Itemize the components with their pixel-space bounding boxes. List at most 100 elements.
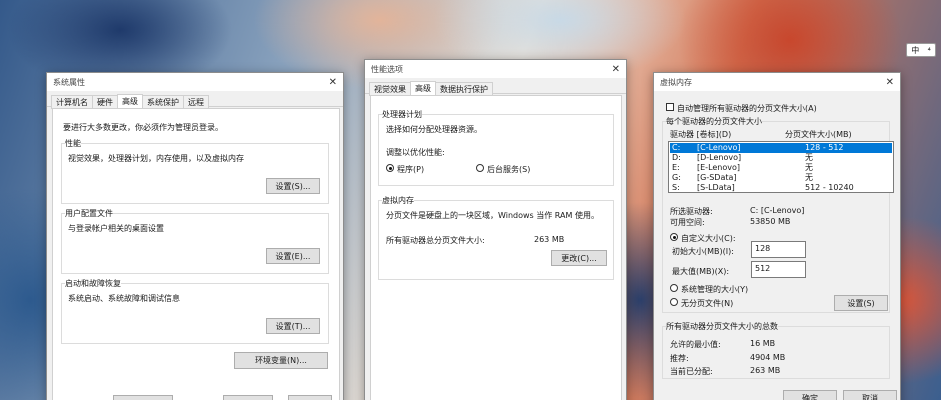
user-profiles-desc: 与登录帐户相关的桌面设置 xyxy=(68,224,164,233)
user-profiles-group-label: 用户配置文件 xyxy=(65,208,113,219)
drive-row[interactable]: C: [C-Lenovo] 128 - 512 xyxy=(670,143,892,153)
selected-drive-label: 所选驱动器: xyxy=(670,207,713,216)
background-services-radio[interactable] xyxy=(476,164,484,172)
tab-computer-name[interactable]: 计算机名 xyxy=(51,95,93,109)
drive-size: 无 xyxy=(805,173,813,182)
programs-radio-label: 程序(P) xyxy=(397,165,425,174)
system-managed-label: 系统管理的大小(Y) xyxy=(681,285,749,294)
virtual-memory-desc: 分页文件是硬盘上的一块区域，Windows 当作 RAM 使用。 xyxy=(386,211,599,220)
free-space-label: 可用空间: xyxy=(670,218,705,227)
close-icon[interactable]: ✕ xyxy=(886,77,894,88)
allocated-value: 263 MB xyxy=(750,366,781,375)
drive-row[interactable]: S: [S-LData] 512 - 10240 xyxy=(670,183,892,193)
window-title: 性能选项 xyxy=(371,64,403,74)
drive-letter: D: xyxy=(672,153,681,162)
drive-label: [E-Lenovo] xyxy=(697,163,741,172)
drive-label: [S-LData] xyxy=(697,183,735,192)
min-allowed-label: 允许的最小值: xyxy=(670,340,721,349)
processor-scheduling-desc: 选择如何分配处理器资源。 xyxy=(386,125,482,134)
advanced-panel: 要进行大多数更改，你必须作为管理员登录。 性能 视觉效果，处理器计划，内存使用，… xyxy=(52,108,340,400)
close-icon[interactable]: ✕ xyxy=(612,64,620,75)
performance-options-window: 性能选项 ✕ 视觉效果 高级 数据执行保护 处理器计划 选择如何分配处理器资源。… xyxy=(364,59,627,400)
ime-extra-label: ⁴ xyxy=(927,45,931,55)
performance-group-label: 性能 xyxy=(65,138,81,149)
column-size-header: 分页文件大小(MB) xyxy=(785,130,852,139)
drive-letter: E: xyxy=(672,163,680,172)
startup-recovery-group-label: 启动和故障恢复 xyxy=(65,278,121,289)
recommended-value: 4904 MB xyxy=(750,353,786,362)
tab-system-protection[interactable]: 系统保护 xyxy=(142,95,184,109)
no-paging-radio[interactable] xyxy=(670,298,678,306)
initial-size-input[interactable]: 128 xyxy=(751,241,806,258)
drive-letter: S: xyxy=(672,183,680,192)
ok-button-partial[interactable] xyxy=(113,395,173,400)
total-paging-label: 所有驱动器总分页文件大小: xyxy=(386,236,485,245)
drive-size: 无 xyxy=(805,153,813,162)
apply-button-partial[interactable] xyxy=(288,395,332,400)
no-paging-label: 无分页文件(N) xyxy=(681,299,734,308)
drive-letter: G: xyxy=(672,173,681,182)
virtual-memory-label: 虚拟内存 xyxy=(382,195,414,206)
drive-row[interactable]: G: [G-SData] 无 xyxy=(670,173,892,183)
custom-size-radio[interactable] xyxy=(670,233,678,241)
background-services-radio-label: 后台服务(S) xyxy=(487,165,531,174)
drive-row[interactable]: E: [E-Lenovo] 无 xyxy=(670,163,892,173)
tab-strip: 视觉效果 高级 数据执行保护 xyxy=(365,78,626,97)
ok-button[interactable]: 确定 xyxy=(783,390,837,400)
allocated-label: 当前已分配: xyxy=(670,367,713,376)
auto-manage-label: 自动管理所有驱动器的分页文件大小(A) xyxy=(677,104,817,113)
drive-label: [D-Lenovo] xyxy=(697,153,742,162)
system-properties-window: 系统属性 ✕ 计算机名 硬件 高级 系统保护 远程 要进行大多数更改，你必须作为… xyxy=(46,72,344,400)
adjust-for-label: 调整以优化性能: xyxy=(386,148,445,157)
programs-radio[interactable] xyxy=(386,164,394,172)
window-title: 系统属性 xyxy=(53,77,85,87)
selected-drive-value: C: [C-Lenovo] xyxy=(750,206,805,215)
set-button[interactable]: 设置(S) xyxy=(834,295,888,311)
min-allowed-value: 16 MB xyxy=(750,339,776,348)
startup-recovery-settings-button[interactable]: 设置(T)... xyxy=(266,318,320,334)
tab-strip: 计算机名 硬件 高级 系统保护 远程 xyxy=(47,91,343,110)
drive-size: 512 - 10240 xyxy=(805,183,854,192)
drive-size: 128 - 512 xyxy=(805,143,844,152)
change-button[interactable]: 更改(C)... xyxy=(551,250,607,266)
virtual-memory-titlebar[interactable]: 虚拟内存 ✕ xyxy=(654,73,900,91)
performance-settings-button[interactable]: 设置(S)... xyxy=(266,178,320,194)
max-size-input[interactable]: 512 xyxy=(751,261,806,278)
close-icon[interactable]: ✕ xyxy=(329,77,337,88)
tab-dep[interactable]: 数据执行保护 xyxy=(435,82,493,96)
system-properties-titlebar[interactable]: 系统属性 ✕ xyxy=(47,73,343,91)
free-space-value: 53850 MB xyxy=(750,217,791,226)
total-paging-value: 263 MB xyxy=(534,235,565,244)
initial-size-label: 初始大小(MB)(I): xyxy=(672,247,734,256)
startup-recovery-desc: 系统启动、系统故障和调试信息 xyxy=(68,294,180,303)
tab-visual-effects[interactable]: 视觉效果 xyxy=(369,82,411,96)
tab-hardware[interactable]: 硬件 xyxy=(92,95,118,109)
drive-row[interactable]: D: [D-Lenovo] 无 xyxy=(670,153,892,163)
custom-size-label: 自定义大小(C): xyxy=(681,234,736,243)
environment-variables-button[interactable]: 环境变量(N)... xyxy=(234,352,328,369)
totals-group-label: 所有驱动器分页文件大小的总数 xyxy=(666,321,778,332)
tab-remote[interactable]: 远程 xyxy=(183,95,209,109)
window-title: 虚拟内存 xyxy=(660,77,692,87)
system-managed-radio[interactable] xyxy=(670,284,678,292)
max-size-label: 最大值(MB)(X): xyxy=(672,267,730,276)
per-drive-group-label: 每个驱动器的分页文件大小 xyxy=(666,116,762,127)
drive-letter: C: xyxy=(672,143,681,152)
cancel-button[interactable]: 取消 xyxy=(843,390,897,400)
virtual-memory-window: 虚拟内存 ✕ 自动管理所有驱动器的分页文件大小(A) 每个驱动器的分页文件大小 … xyxy=(653,72,901,400)
user-profiles-settings-button[interactable]: 设置(E)... xyxy=(266,248,320,264)
column-drive-header: 驱动器 [卷标](D) xyxy=(670,130,732,139)
drive-label: [C-Lenovo] xyxy=(697,143,741,152)
drive-size: 无 xyxy=(805,163,813,172)
advanced-panel: 处理器计划 选择如何分配处理器资源。 调整以优化性能: 程序(P) 后台服务(S… xyxy=(370,95,622,400)
performance-options-titlebar[interactable]: 性能选项 ✕ xyxy=(365,60,626,78)
processor-scheduling-label: 处理器计划 xyxy=(382,109,422,120)
drive-label: [G-SData] xyxy=(697,173,737,182)
performance-desc: 视觉效果，处理器计划，内存使用，以及虚拟内存 xyxy=(68,154,244,163)
auto-manage-checkbox[interactable] xyxy=(666,103,674,111)
ime-indicator[interactable]: 中 ⁴ xyxy=(906,43,936,57)
admin-note: 要进行大多数更改，你必须作为管理员登录。 xyxy=(63,123,223,132)
cancel-button-partial[interactable] xyxy=(223,395,273,400)
ime-mode-label: 中 xyxy=(911,45,920,55)
drive-list[interactable]: C: [C-Lenovo] 128 - 512 D: [D-Lenovo] 无 … xyxy=(668,141,894,193)
